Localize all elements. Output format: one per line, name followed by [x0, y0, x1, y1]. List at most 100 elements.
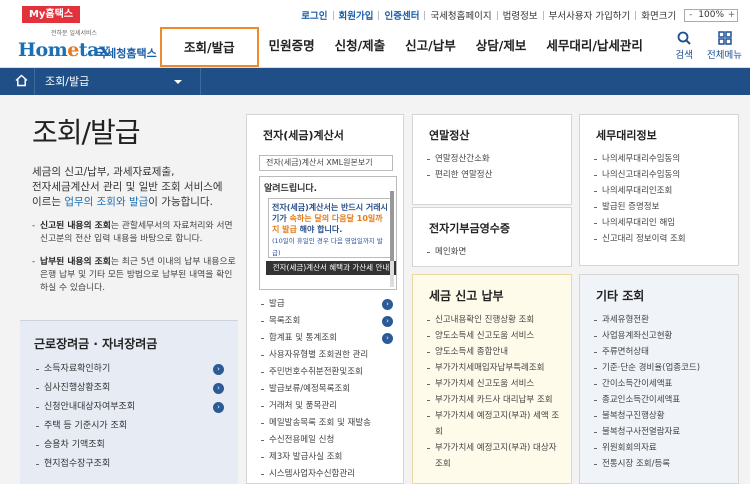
caret-down-icon	[174, 80, 182, 84]
dept-user-signup-link[interactable]: 부서사용자 가입하기	[544, 8, 636, 22]
menu-civil-certificate[interactable]: 민원증명	[259, 27, 325, 67]
list-item[interactable]: 주민번호수취분전환및조회	[261, 364, 395, 381]
arrow-right-icon: ›	[382, 333, 393, 344]
nts-homepage-link[interactable]: 국세청홈페이지	[425, 8, 496, 22]
tax-report-pay-list: 신고내용확인 진행상황 조회 양도소득세 신고도움 서비스 양도소득세 종합안내…	[427, 312, 563, 472]
list-item[interactable]: 연말정산간소화	[427, 151, 563, 167]
zoom-in-button[interactable]: +	[726, 10, 737, 21]
list-item[interactable]: 위원회회의자료	[594, 440, 730, 456]
law-info-link[interactable]: 법령정보	[498, 8, 543, 22]
hometax-logo[interactable]: 전하문 일세서비스 Hometax 국세청홈택스	[18, 28, 158, 64]
list-item[interactable]: 수신전용메일 신청	[261, 432, 395, 449]
menu-tax-agent[interactable]: 세무대리/납세관리	[536, 27, 653, 67]
list-item[interactable]: 부가가치세 카드사 대리납부 조회	[427, 392, 563, 408]
list-item[interactable]: 나의세무대리인 해임	[594, 215, 730, 231]
gnb-tools: 검색 전체메뉴	[676, 28, 742, 61]
e-tax-invoice-list: 발급 › 목록조회 › 합계표 및 통계조회 › 사용자유형별 조회권한 관리 주민번…	[261, 296, 395, 483]
home-button[interactable]	[15, 74, 28, 90]
arrow-right-icon: ›	[382, 316, 393, 327]
list-item[interactable]: 주택 등 기준시가 조회	[36, 417, 224, 436]
incentive-title: 근로장려금 · 자녀장려금	[34, 337, 158, 351]
zoom-out-button[interactable]: -	[685, 10, 696, 21]
list-item[interactable]: 심사진행상황조회 ›	[36, 379, 224, 398]
logo-tagline: 전하문 일세서비스	[51, 30, 98, 37]
arrow-right-icon: ›	[382, 299, 393, 310]
login-link[interactable]: 로그인	[296, 8, 332, 22]
list-item[interactable]: 종교인소득간이세액표	[594, 392, 730, 408]
arrow-right-icon: ›	[213, 383, 224, 394]
card-title: 세무대리정보	[596, 129, 657, 142]
list-item[interactable]: 불복청구사전열람자료	[594, 424, 730, 440]
zoom-value: 100%	[698, 10, 724, 20]
list-item[interactable]: 신고내용확인 진행상황 조회	[427, 312, 563, 328]
menu-inquiry-issue[interactable]: 조회/발급	[160, 27, 259, 67]
main-menu: 조회/발급 민원증명 신청/제출 신고/납부 상담/제보 세무대리/납세관리	[160, 27, 653, 67]
benefit-penalty-link[interactable]: 전자(세금)계산서 혜택과 가산세 안내	[266, 261, 396, 275]
list-item[interactable]: 나의세무대리인조회	[594, 183, 730, 199]
notice-box: 알려드립니다. 전자(세금)계산서는 반드시 거래시기가 속하는 달의 다음달 …	[259, 176, 397, 290]
card-title: 전자(세금)계산서	[263, 129, 344, 142]
arrow-right-icon: ›	[213, 364, 224, 375]
search-button[interactable]: 검색	[676, 28, 693, 61]
location-dropdown[interactable]: 조회/발급	[34, 68, 184, 95]
list-item[interactable]: 양도소득세 종합안내	[427, 344, 563, 360]
list-item[interactable]: 메인화면	[427, 244, 563, 260]
list-item[interactable]: 기준·단순 경비율(업종코드)	[594, 360, 730, 376]
list-item[interactable]: 나의신고대리수임동의	[594, 167, 730, 183]
logo-subtitle: 국세청홈택스	[96, 47, 157, 60]
list-item[interactable]: 간이소득간이세액표	[594, 376, 730, 392]
home-icon	[15, 74, 28, 87]
list-item[interactable]: 발급 ›	[261, 296, 395, 313]
card-title: 세금 신고 납부	[429, 289, 504, 303]
xml-view-button[interactable]: 전자(세금)계산서 XML원본보기	[259, 155, 393, 171]
list-item[interactable]: 소득자료확인하기 ›	[36, 360, 224, 379]
card-title: 기타 조회	[596, 289, 645, 303]
all-menu-button[interactable]: 전체메뉴	[707, 28, 742, 61]
list-item[interactable]: 제3자 발급사실 조회	[261, 449, 395, 466]
list-item[interactable]: 발급된 증명정보	[594, 199, 730, 215]
menu-consult-report[interactable]: 상담/제보	[466, 27, 537, 67]
list-item[interactable]: 불복청구진행상황	[594, 408, 730, 424]
list-item[interactable]: 편리한 연말정산	[427, 167, 563, 183]
list-item[interactable]: 현지접수장구조회	[36, 455, 224, 474]
list-item[interactable]: 양도소득세 신고도움 서비스	[427, 328, 563, 344]
list-item[interactable]: 부가가치세매입자납부특례조회	[427, 360, 563, 376]
list-item[interactable]: 메일발송목록 조회 및 재발송	[261, 415, 395, 432]
list-item[interactable]: 부가가치세 신고도움 서비스	[427, 376, 563, 392]
signup-link[interactable]: 회원가입	[334, 8, 379, 22]
list-item[interactable]: 부가가치세 예정고지(부과) 대상자 조회	[427, 440, 563, 472]
arrow-right-icon: ›	[213, 402, 224, 413]
zoom-control: - 100% +	[684, 8, 738, 22]
e-tax-invoice-card: 전자(세금)계산서 전자(세금)계산서 XML원본보기 알려드립니다. 전자(세…	[246, 114, 404, 484]
list-item[interactable]: 목록조회 ›	[261, 313, 395, 330]
list-item[interactable]: 거래처 및 품목관리	[261, 398, 395, 415]
year-end-tax-card: 연말정산 연말정산간소화 편리한 연말정산	[412, 114, 572, 205]
list-item[interactable]: 사용자유형별 조회권한 관리	[261, 347, 395, 364]
list-item[interactable]: 시스템사업자수신함관리	[261, 466, 395, 483]
list-item[interactable]: 전통시장 조회/등록	[594, 456, 730, 472]
cert-center-link[interactable]: 인증센터	[379, 8, 424, 22]
donation-receipt-card: 전자기부금영수증 메인화면	[412, 207, 572, 267]
tax-report-pay-card: 세금 신고 납부 신고내용확인 진행상황 조회 양도소득세 신고도움 서비스 양…	[412, 274, 572, 484]
list-item[interactable]: 나의세무대리수임동의	[594, 151, 730, 167]
scrollbar[interactable]	[390, 191, 394, 287]
menu-report-pay[interactable]: 신고/납부	[395, 27, 466, 67]
list-item[interactable]: 승용차 기액조회	[36, 436, 224, 455]
list-item[interactable]: 부가가치세 예정고지(부과) 세액 조회	[427, 408, 563, 440]
list-item[interactable]: 발급보류/예정목록조회	[261, 381, 395, 398]
list-item[interactable]: 합계표 및 통계조회 ›	[261, 330, 395, 347]
list-item[interactable]: 과세유형전환	[594, 312, 730, 328]
grid-icon	[717, 31, 732, 45]
all-menu-label: 전체메뉴	[707, 50, 742, 61]
list-item[interactable]: 신고대리 정보이력 조회	[594, 231, 730, 247]
list-item[interactable]: 주류면허상태	[594, 344, 730, 360]
my-hometax-tab[interactable]: My홈택스	[22, 6, 80, 23]
location-bar: 조회/발급	[0, 68, 750, 95]
list-item[interactable]: 신청안내대상자여부조회 ›	[36, 398, 224, 417]
tax-agent-info-card: 세무대리정보 나의세무대리수임동의 나의신고대리수임동의 나의세무대리인조회 발…	[579, 114, 739, 266]
list-item[interactable]: 사업용계좌신고현황	[594, 328, 730, 344]
page-title: 조회/발급	[32, 116, 140, 149]
card-title: 연말정산	[429, 129, 470, 142]
main-content: 조회/발급 세금의 신고/납부, 과세자료제출, 전자세금계산서 관리 및 일반…	[0, 95, 750, 484]
menu-apply-submit[interactable]: 신청/제출	[325, 27, 396, 67]
